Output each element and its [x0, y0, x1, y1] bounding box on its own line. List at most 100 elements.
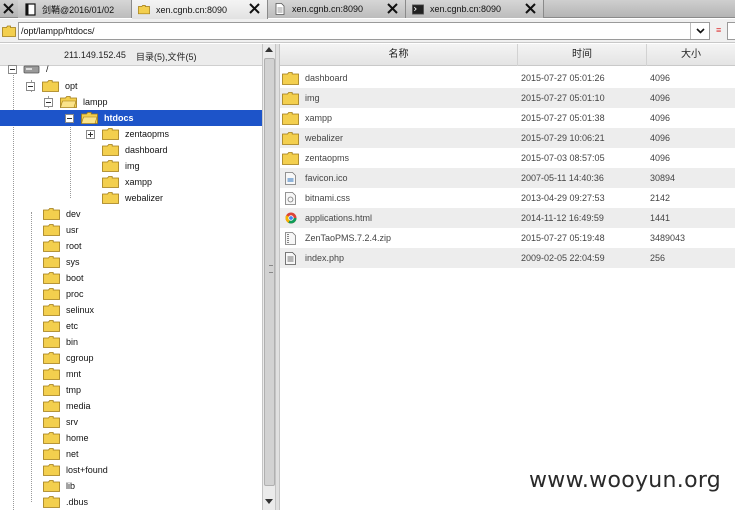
file-name: index.php [305, 253, 345, 263]
tree-node-lost-found[interactable]: lost+found [43, 462, 110, 478]
file-name-cell: index.php [282, 248, 344, 268]
tree-node-usr[interactable]: usr [43, 222, 81, 238]
tree-node-zentaopms[interactable]: zentaopms [86, 126, 171, 142]
collapse-icon[interactable] [26, 81, 35, 91]
folder-icon [43, 432, 60, 444]
close-icon[interactable] [2, 2, 15, 15]
chevron-down-icon [695, 28, 705, 34]
folder-icon [43, 480, 60, 492]
tree-node-label: xampp [125, 177, 153, 187]
file-row[interactable]: xampp 2015-07-27 05:01:38 4096 [280, 108, 735, 128]
tree-node-img[interactable]: img [102, 158, 142, 174]
go-icon[interactable]: ≡ [716, 25, 721, 35]
folder-icon [102, 176, 119, 188]
tree-node-label: selinux [66, 305, 95, 315]
path-dropdown-button[interactable] [690, 23, 709, 39]
column-header-size[interactable]: 大小 [647, 44, 735, 66]
file-row[interactable]: ZenTaoPMS.7.2.4.zip 2015-07-27 05:19:48 … [280, 228, 735, 248]
close-icon[interactable] [386, 2, 399, 15]
file-name-cell: bitnami.css [282, 188, 350, 208]
hard-drive-icon [23, 65, 40, 74]
folder-icon [102, 160, 119, 172]
file-time: 2015-07-27 05:19:48 [521, 233, 605, 243]
file-list-header: 名称 时间 大小 [280, 44, 735, 66]
folder-icon [43, 448, 60, 460]
tree-node-cgroup[interactable]: cgroup [43, 350, 96, 366]
folder-icon [43, 320, 60, 332]
tree-node-proc[interactable]: proc [43, 286, 86, 302]
tree-node-media[interactable]: media [43, 398, 93, 414]
column-header-time[interactable]: 时间 [518, 44, 647, 66]
file-row[interactable]: dashboard 2015-07-27 05:01:26 4096 [280, 68, 735, 88]
tree-node-root[interactable]: / [8, 61, 51, 77]
folder-icon [43, 256, 60, 268]
file-row[interactable]: zentaopms 2015-07-03 08:57:05 4096 [280, 148, 735, 168]
tree-node-selinux[interactable]: selinux [43, 302, 96, 318]
expand-icon[interactable] [86, 129, 95, 139]
folder-icon [282, 91, 299, 105]
tree-node-etc[interactable]: etc [43, 318, 80, 334]
folder-icon [282, 111, 299, 125]
column-header-name[interactable]: 名称 [280, 44, 518, 66]
folder-icon [102, 144, 119, 156]
folder-icon [43, 272, 60, 284]
collapse-icon[interactable] [65, 113, 74, 123]
tree-node-root-dir[interactable]: root [43, 238, 84, 254]
image-file-icon [282, 171, 299, 185]
tree-node-webalizer[interactable]: webalizer [102, 190, 165, 206]
folder-icon [102, 128, 119, 140]
tree-node-sys[interactable]: sys [43, 254, 82, 270]
tree-node-boot[interactable]: boot [43, 270, 86, 286]
file-size: 4096 [650, 93, 671, 103]
tree-node-bin[interactable]: bin [43, 334, 80, 350]
tree-node-home[interactable]: home [43, 430, 91, 446]
tree-node-label: etc [66, 321, 79, 331]
tree-node-lampp[interactable]: lampp [44, 94, 110, 110]
file-size: 4096 [650, 73, 671, 83]
close-icon[interactable] [248, 2, 261, 15]
scroll-down-icon[interactable] [264, 496, 274, 506]
tree-node-xampp[interactable]: xampp [102, 174, 154, 190]
tree-node-dbus[interactable]: .dbus [43, 494, 90, 510]
tree-node-lib[interactable]: lib [43, 478, 77, 494]
folder-icon [43, 336, 60, 348]
tree-node-label: boot [66, 273, 84, 283]
scroll-up-icon[interactable] [264, 45, 274, 55]
tree-node-net[interactable]: net [43, 446, 81, 462]
tab-terminal[interactable]: xen.cgnb.cn:8090 [406, 0, 544, 18]
scrollbar-thumb[interactable] [264, 58, 275, 486]
file-row[interactable]: img 2015-07-27 05:01:10 4096 [280, 88, 735, 108]
tree-node-dashboard[interactable]: dashboard [102, 142, 170, 158]
file-row[interactable]: index.php 2009-02-05 22:04:59 256 [280, 248, 735, 268]
tree-node-htdocs[interactable]: htdocs [0, 110, 262, 126]
tab-notes[interactable]: 剑鞘@2016/01/02 [18, 0, 132, 18]
file-name: bitnami.css [305, 193, 351, 203]
file-name: dashboard [305, 73, 348, 83]
file-row[interactable]: bitnami.css 2013-04-29 09:27:53 2142 [280, 188, 735, 208]
path-input[interactable] [18, 22, 710, 40]
tree-node-opt[interactable]: opt [26, 78, 80, 94]
file-row[interactable]: favicon.ico 2007-05-11 14:40:36 30894 [280, 168, 735, 188]
tab-file-editor[interactable]: xen.cgnb.cn:8090 [268, 0, 406, 18]
file-row[interactable]: applications.html 2014-11-12 16:49:59 14… [280, 208, 735, 228]
collapse-icon[interactable] [8, 64, 17, 74]
tab-file-manager[interactable]: xen.cgnb.cn:8090 [132, 0, 268, 19]
collapse-icon[interactable] [44, 97, 53, 107]
folder-icon [102, 192, 119, 204]
file-time: 2013-04-29 09:27:53 [521, 193, 605, 203]
tree-node-srv[interactable]: srv [43, 414, 80, 430]
close-icon[interactable] [524, 2, 537, 15]
tree-node-label: zentaopms [125, 129, 170, 139]
file-name-cell: xampp [282, 108, 332, 128]
file-row[interactable]: webalizer 2015-07-29 10:06:21 4096 [280, 128, 735, 148]
tree-line [70, 114, 71, 198]
zip-file-icon [282, 231, 299, 245]
tree-node-tmp[interactable]: tmp [43, 382, 83, 398]
tab-label: xen.cgnb.cn:8090 [430, 4, 502, 14]
tree-scrollbar[interactable] [262, 44, 276, 510]
address-edge [727, 22, 735, 40]
tree-node-mnt[interactable]: mnt [43, 366, 83, 382]
tree-node-dev[interactable]: dev [43, 206, 83, 222]
tree-node-label: lib [66, 481, 76, 491]
folder-icon [43, 496, 60, 508]
